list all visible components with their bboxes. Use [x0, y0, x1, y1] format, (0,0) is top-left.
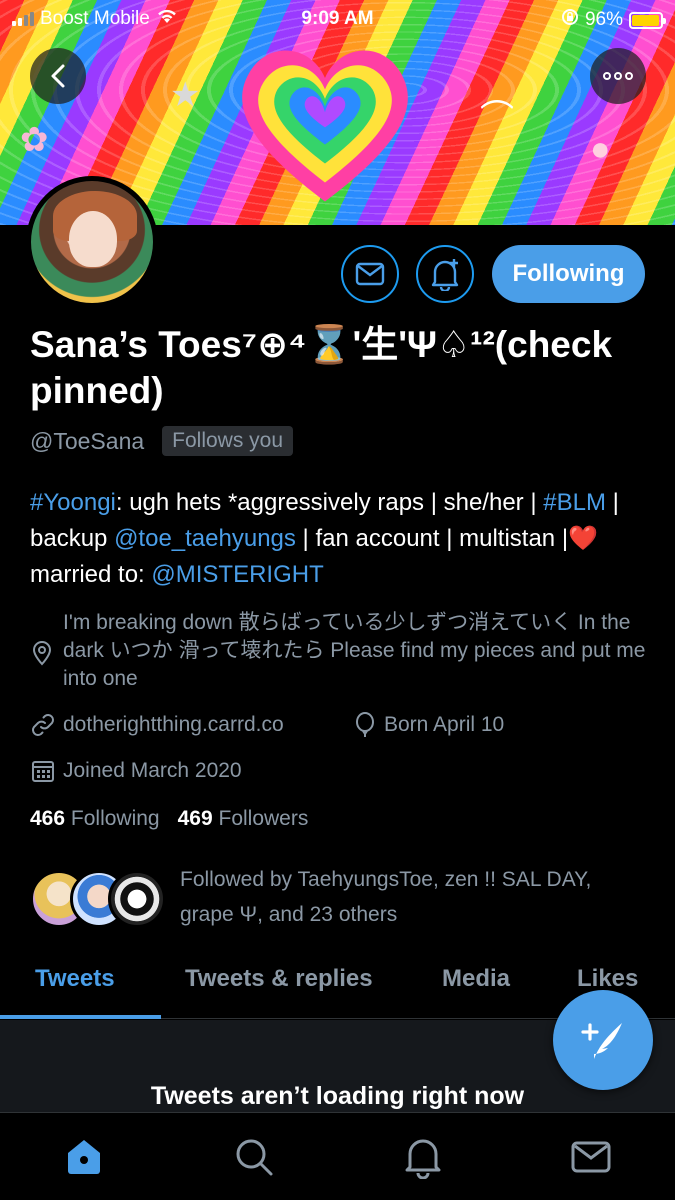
- calendar-icon: [32, 761, 54, 782]
- avatar-face: [69, 211, 117, 267]
- bio-hashtag-yoongi[interactable]: #Yoongi: [30, 489, 116, 516]
- battery-icon: [629, 11, 666, 29]
- banner-star: ★: [170, 76, 201, 114]
- search-icon[interactable]: [232, 1135, 276, 1179]
- bio-text: | fan account | multistan |: [295, 525, 569, 552]
- location-pin-icon: [32, 641, 52, 666]
- banner-heart-image: [242, 50, 408, 202]
- compose-feather-icon: [581, 1023, 622, 1059]
- bio-text: : ugh hets *aggressively raps | she/her …: [115, 489, 544, 516]
- feed-error-message: Tweets aren’t loading right now: [150, 1082, 525, 1110]
- mail-icon: [355, 262, 385, 286]
- profile-website-link[interactable]: dotherightthing.carrd.co: [63, 711, 284, 739]
- tab-media[interactable]: Media: [442, 965, 510, 993]
- followed-by-avatars[interactable]: [30, 870, 166, 930]
- follow-counts: 466 Following 469 Followers: [30, 807, 308, 831]
- tab-likes[interactable]: Likes: [577, 965, 638, 993]
- chevron-left-icon: [51, 64, 65, 88]
- profile-birthday: Born April 10: [384, 713, 505, 736]
- follows-you-badge: Follows you: [162, 426, 294, 456]
- messages-icon[interactable]: [569, 1135, 613, 1179]
- home-icon[interactable]: [62, 1135, 106, 1179]
- battery-percent: 96%: [584, 9, 623, 30]
- display-name: Sana’s Toes⁷⊕⁴⌛'生'Ψ♤¹²(check pinned): [30, 324, 613, 411]
- notifications-icon[interactable]: [401, 1135, 445, 1179]
- banner-sticker: ✿: [20, 121, 49, 159]
- balloon-icon: [356, 712, 374, 737]
- tab-tweets-and-replies[interactable]: Tweets & replies: [185, 965, 373, 993]
- handle-row: @ToeSana Follows you: [30, 426, 294, 456]
- user-handle: @ToeSana: [30, 427, 145, 454]
- compose-tweet-button[interactable]: [553, 990, 653, 1090]
- profile-avatar[interactable]: [26, 176, 158, 308]
- banner-cupcake: ●: [590, 130, 611, 168]
- followers-count: 469: [177, 807, 213, 830]
- bio-text: married to:: [30, 561, 152, 588]
- profile-location: I'm breaking down 散らばっている少しずつ消えていく In th…: [63, 611, 646, 690]
- back-button[interactable]: [30, 48, 86, 104]
- bio-mention-backup[interactable]: @toe_taehyungs: [114, 525, 296, 552]
- followers-label: Followers: [218, 807, 309, 830]
- profile-bio: #Yoongi: ugh hets *aggressively raps | s…: [30, 485, 650, 593]
- more-horizontal-icon: [603, 72, 633, 80]
- more-options-button[interactable]: [590, 48, 646, 104]
- status-bar: Boost Mobile 9:09 AM 96%: [0, 0, 675, 38]
- banner-rainbow: ⌒: [480, 99, 514, 137]
- bio-hashtag-blm[interactable]: #BLM: [543, 489, 606, 516]
- followed-by-text[interactable]: Followed by TaehyungsToe, zen !! SAL DAY…: [180, 862, 620, 932]
- bottom-tab-bar: [0, 1112, 675, 1200]
- bio-mention-married[interactable]: @MISTERIGHT: [151, 561, 323, 588]
- following-count: 466: [30, 807, 66, 830]
- avatar: [108, 870, 166, 928]
- profile-joined-date: Joined March 2020: [63, 759, 242, 782]
- bell-plus-icon: [431, 259, 459, 291]
- tab-tweets[interactable]: Tweets: [35, 965, 115, 993]
- following-button[interactable]: Following: [492, 245, 645, 303]
- following-label: Following: [70, 807, 160, 830]
- message-button[interactable]: [341, 245, 399, 303]
- heart-emoji-icon: ❤️: [568, 525, 598, 552]
- followers-count-link[interactable]: 469 Followers: [178, 807, 309, 831]
- following-count-link[interactable]: 466 Following: [30, 807, 160, 831]
- link-icon: [32, 714, 54, 736]
- rotation-lock-icon: [561, 8, 579, 32]
- active-tab-indicator: [0, 1015, 161, 1019]
- status-right: 96%: [561, 8, 666, 32]
- notifications-toggle-button[interactable]: [416, 245, 474, 303]
